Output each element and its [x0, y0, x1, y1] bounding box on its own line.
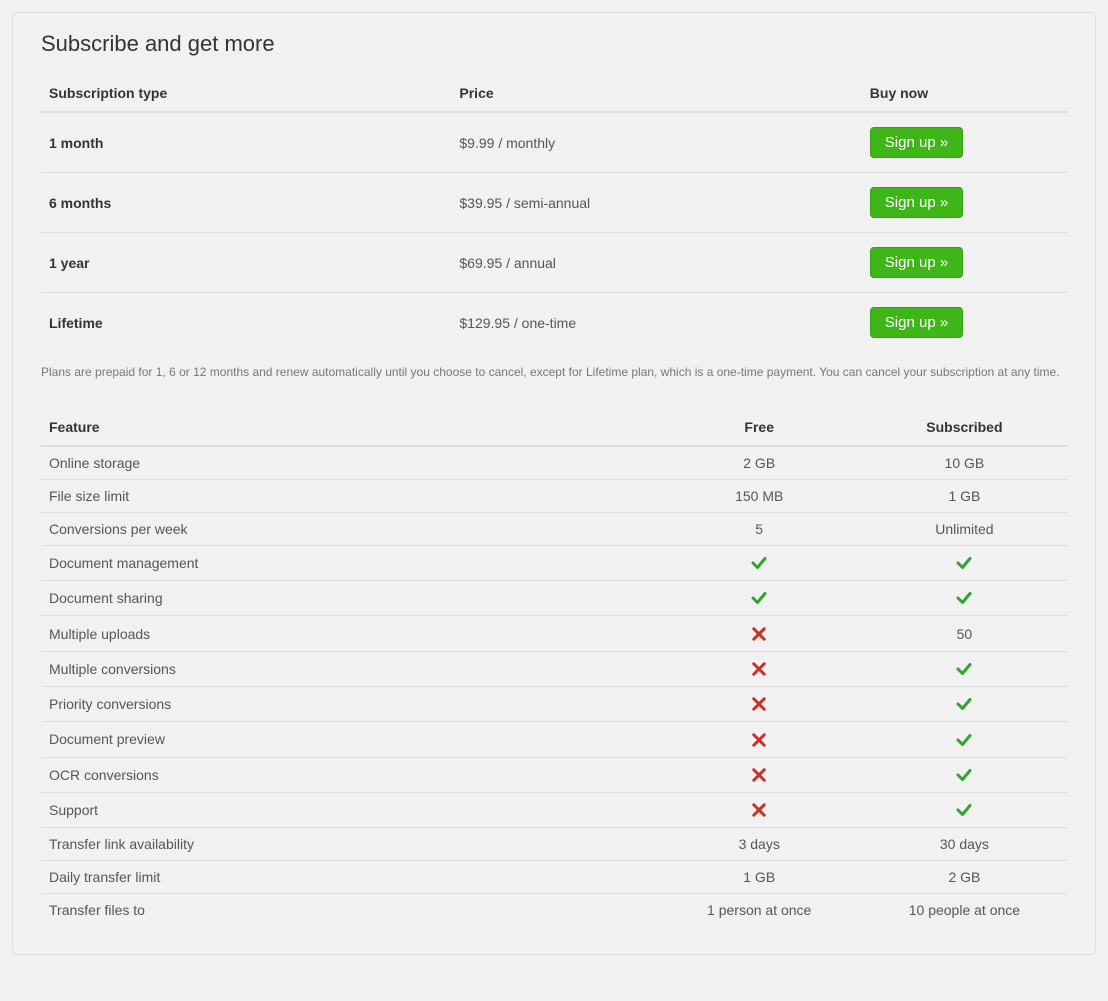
check-icon	[955, 695, 973, 713]
check-icon	[955, 801, 973, 819]
feature-subscribed	[862, 722, 1067, 757]
subs-header-type: Subscription type	[41, 75, 451, 112]
feature-free	[657, 616, 862, 651]
signup-button[interactable]: Sign up »	[870, 187, 963, 218]
feature-free: 1 person at once	[657, 894, 862, 927]
plans-note: Plans are prepaid for 1, 6 or 12 months …	[41, 364, 1067, 381]
subscription-table: Subscription type Price Buy now 1 month$…	[41, 75, 1067, 352]
check-icon	[750, 554, 768, 572]
feature-name: File size limit	[41, 479, 657, 512]
feature-subscribed	[862, 757, 1067, 792]
table-row: 6 months$39.95 / semi-annual Sign up »	[41, 173, 1067, 233]
signup-button[interactable]: Sign up »	[870, 307, 963, 338]
feature-free: 3 days	[657, 828, 862, 861]
table-row: Priority conversions	[41, 686, 1067, 721]
table-row: Lifetime$129.95 / one-time Sign up »	[41, 293, 1067, 353]
check-icon	[955, 731, 973, 749]
feature-subscribed	[862, 581, 1067, 616]
feature-free: 150 MB	[657, 479, 862, 512]
feature-name: Transfer files to	[41, 894, 657, 927]
cross-icon	[750, 625, 768, 643]
feature-free	[657, 686, 862, 721]
table-row: Conversions per week5Unlimited	[41, 512, 1067, 545]
feature-name: Daily transfer limit	[41, 861, 657, 894]
feature-free: 2 GB	[657, 446, 862, 480]
feature-free	[657, 581, 862, 616]
subs-type: 6 months	[41, 173, 451, 233]
cross-icon	[750, 695, 768, 713]
feature-free: 1 GB	[657, 861, 862, 894]
table-row: 1 month$9.99 / monthly Sign up »	[41, 112, 1067, 173]
features-header-subscribed: Subscribed	[862, 409, 1067, 446]
table-row: Multiple conversions	[41, 651, 1067, 686]
signup-button[interactable]: Sign up »	[870, 247, 963, 278]
check-icon	[955, 766, 973, 784]
cross-icon	[750, 731, 768, 749]
feature-subscribed	[862, 651, 1067, 686]
signup-button[interactable]: Sign up »	[870, 127, 963, 158]
feature-name: Support	[41, 792, 657, 827]
feature-name: Document management	[41, 545, 657, 580]
feature-subscribed: 10 people at once	[862, 894, 1067, 927]
cross-icon	[750, 766, 768, 784]
feature-name: OCR conversions	[41, 757, 657, 792]
subs-price: $39.95 / semi-annual	[451, 173, 861, 233]
feature-subscribed	[862, 686, 1067, 721]
feature-subscribed	[862, 792, 1067, 827]
table-row: Transfer files to1 person at once10 peop…	[41, 894, 1067, 927]
feature-subscribed: 50	[862, 616, 1067, 651]
feature-subscribed	[862, 545, 1067, 580]
page-title: Subscribe and get more	[41, 31, 1067, 57]
cross-icon	[750, 660, 768, 678]
feature-name: Conversions per week	[41, 512, 657, 545]
feature-subscribed: 1 GB	[862, 479, 1067, 512]
features-header-feature: Feature	[41, 409, 657, 446]
feature-free	[657, 722, 862, 757]
feature-subscribed: 10 GB	[862, 446, 1067, 480]
feature-name: Priority conversions	[41, 686, 657, 721]
feature-subscribed: 2 GB	[862, 861, 1067, 894]
feature-name: Document preview	[41, 722, 657, 757]
feature-name: Document sharing	[41, 581, 657, 616]
subs-price: $69.95 / annual	[451, 233, 861, 293]
table-row: Document management	[41, 545, 1067, 580]
table-row: OCR conversions	[41, 757, 1067, 792]
check-icon	[955, 554, 973, 572]
subs-price: $9.99 / monthly	[451, 112, 861, 173]
feature-name: Multiple uploads	[41, 616, 657, 651]
table-row: Support	[41, 792, 1067, 827]
table-row: Daily transfer limit1 GB2 GB	[41, 861, 1067, 894]
table-row: Online storage2 GB10 GB	[41, 446, 1067, 480]
check-icon	[955, 660, 973, 678]
table-row: Multiple uploads 50	[41, 616, 1067, 651]
subs-type: 1 year	[41, 233, 451, 293]
table-row: File size limit150 MB1 GB	[41, 479, 1067, 512]
table-row: Document sharing	[41, 581, 1067, 616]
subs-price: $129.95 / one-time	[451, 293, 861, 353]
subs-type: 1 month	[41, 112, 451, 173]
subs-header-buy: Buy now	[862, 75, 1067, 112]
features-table: Feature Free Subscribed Online storage2 …	[41, 409, 1067, 926]
subs-header-price: Price	[451, 75, 861, 112]
check-icon	[750, 589, 768, 607]
feature-free	[657, 792, 862, 827]
feature-free	[657, 651, 862, 686]
table-row: 1 year$69.95 / annual Sign up »	[41, 233, 1067, 293]
feature-subscribed: 30 days	[862, 828, 1067, 861]
subscribe-panel: Subscribe and get more Subscription type…	[12, 12, 1096, 955]
table-row: Transfer link availability3 days30 days	[41, 828, 1067, 861]
feature-name: Multiple conversions	[41, 651, 657, 686]
feature-free	[657, 545, 862, 580]
feature-free: 5	[657, 512, 862, 545]
subs-type: Lifetime	[41, 293, 451, 353]
features-header-free: Free	[657, 409, 862, 446]
feature-name: Transfer link availability	[41, 828, 657, 861]
feature-name: Online storage	[41, 446, 657, 480]
check-icon	[955, 589, 973, 607]
feature-subscribed: Unlimited	[862, 512, 1067, 545]
cross-icon	[750, 801, 768, 819]
feature-free	[657, 757, 862, 792]
table-row: Document preview	[41, 722, 1067, 757]
